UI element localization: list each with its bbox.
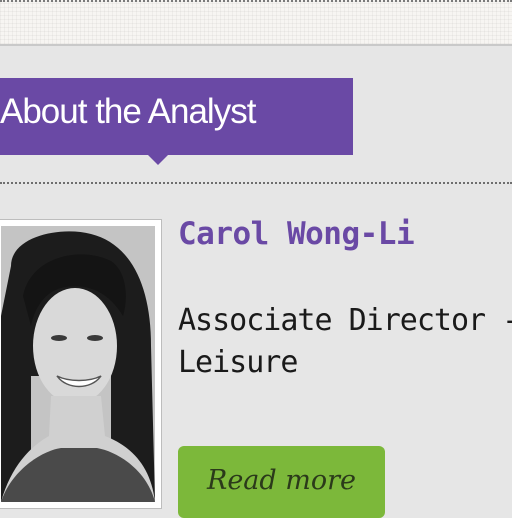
section-title: About the Analyst <box>0 92 256 131</box>
top-strip <box>0 0 512 46</box>
analyst-photo <box>1 226 155 502</box>
analyst-role: Associate Director - Leisure <box>178 300 512 384</box>
dotted-divider <box>0 182 512 184</box>
analyst-role-line-1: Associate Director - <box>178 303 512 338</box>
read-more-button[interactable]: Read more <box>178 446 385 518</box>
analyst-role-line-2: Leisure <box>178 345 298 380</box>
analyst-name: Carol Wong-Li <box>178 216 415 252</box>
section-header-pointer <box>148 155 168 165</box>
analyst-photo-frame <box>0 219 162 509</box>
